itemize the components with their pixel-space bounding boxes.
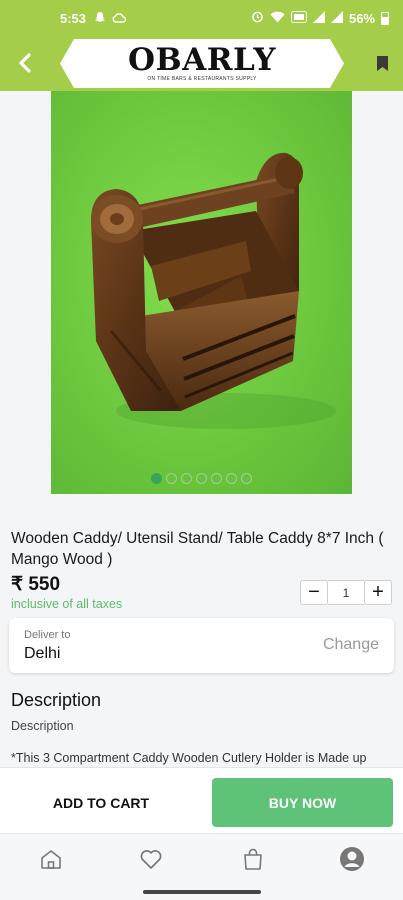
wifi-icon	[270, 11, 285, 26]
decrease-qty-button[interactable]: −	[300, 580, 328, 605]
account-icon	[340, 847, 364, 871]
change-location-button[interactable]: Change	[323, 636, 379, 654]
description-subheading: Description	[11, 719, 74, 733]
battery-icon	[381, 11, 389, 25]
pager-dot[interactable]	[226, 473, 237, 484]
nav-wishlist[interactable]	[138, 846, 164, 872]
pager-dot[interactable]	[166, 473, 177, 484]
bookmark-icon	[376, 55, 388, 71]
deliver-city: Delhi	[24, 645, 61, 662]
description-heading: Description	[11, 690, 102, 710]
description-text: *This 3 Compartment Caddy Wooden Cutlery…	[11, 751, 367, 765]
status-right: 56%	[251, 10, 389, 26]
signal-icon-1	[312, 10, 325, 26]
app-header: OBARLY ON TIME BARS & RESTAURANTS SUPPLY	[0, 36, 403, 91]
quantity-stepper: − 1 +	[300, 580, 392, 605]
home-icon	[41, 850, 61, 869]
brand-name: OBARLY	[128, 42, 276, 78]
nav-account[interactable]	[339, 846, 365, 872]
buy-now-button[interactable]: BUY NOW	[212, 778, 393, 827]
volte-icon	[290, 10, 307, 26]
signal-icon-2	[330, 10, 343, 26]
bag-icon	[244, 848, 262, 870]
chevron-left-icon	[19, 53, 31, 73]
add-to-cart-button[interactable]: ADD TO CART	[11, 778, 191, 827]
brand-tagline: ON TIME BARS & RESTAURANTS SUPPLY	[147, 76, 257, 82]
nav-cart[interactable]	[240, 846, 266, 872]
battery-percent: 56%	[348, 10, 375, 26]
product-image[interactable]	[51, 91, 352, 494]
pager-dot[interactable]	[181, 473, 192, 484]
quantity-value[interactable]: 1	[328, 580, 364, 605]
pager-dot[interactable]	[241, 473, 252, 484]
cloud-icon	[112, 11, 127, 26]
delivery-card: Deliver to Delhi Change	[9, 618, 394, 673]
pager-dot[interactable]	[211, 473, 222, 484]
wooden-caddy-image	[91, 152, 336, 429]
brand-logo: OBARLY ON TIME BARS & RESTAURANTS SUPPLY	[60, 39, 344, 88]
purchase-action-bar: ADD TO CART BUY NOW	[0, 767, 403, 833]
status-time: 5:53	[60, 10, 87, 26]
snapchat-icon	[94, 11, 106, 26]
tax-note: inclusive of all taxes	[11, 597, 123, 611]
product-price: ₹ 550	[11, 574, 61, 595]
increase-qty-button[interactable]: +	[364, 580, 392, 605]
deliver-to-label: Deliver to	[24, 629, 71, 641]
bookmark-button[interactable]	[371, 51, 393, 75]
nav-home[interactable]	[38, 846, 64, 872]
pager-dot[interactable]	[196, 473, 207, 484]
product-title: Wooden Caddy/ Utensil Stand/ Table Caddy…	[11, 530, 384, 568]
gesture-home-bar[interactable]	[143, 890, 261, 894]
back-button[interactable]	[12, 50, 38, 76]
heart-icon	[140, 850, 162, 869]
pager-dot[interactable]	[151, 473, 162, 484]
status-bar: 5:53 56%	[0, 0, 403, 36]
alarm-icon	[251, 10, 264, 26]
image-pager	[51, 473, 352, 484]
